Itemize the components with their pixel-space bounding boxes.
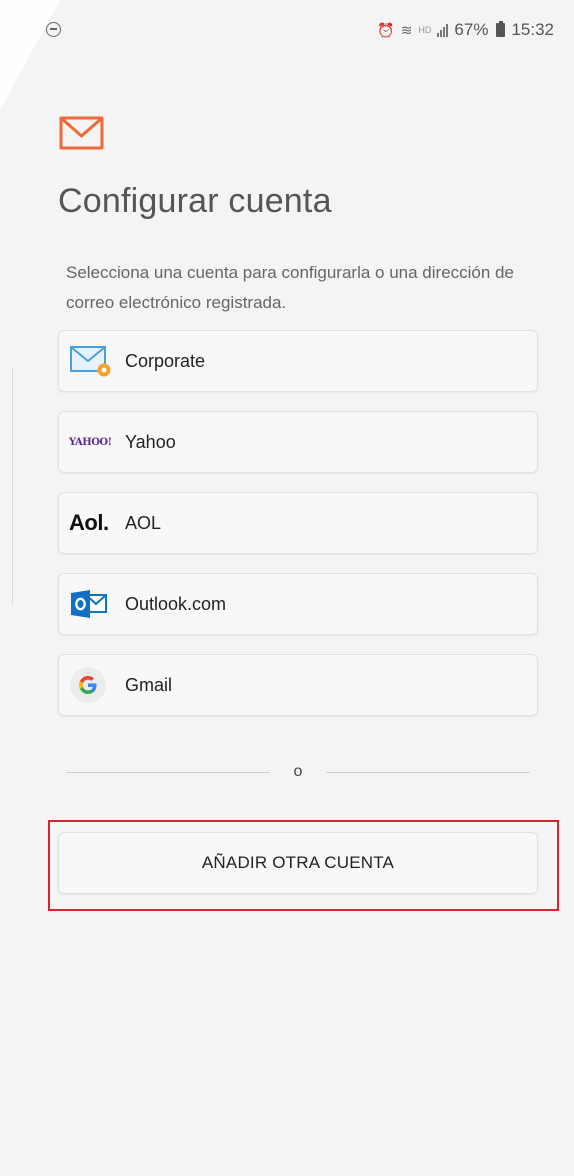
divider-text: o xyxy=(293,763,303,780)
account-option-outlook[interactable]: Outlook.com xyxy=(58,573,538,635)
battery-icon xyxy=(496,21,506,37)
status-indicators: ⏰ ≋ HD 67% 15:32 xyxy=(377,20,554,40)
email-envelope-icon xyxy=(59,116,104,150)
account-type-list: Corporate YAHOO! Yahoo Aol. AOL Outlook.… xyxy=(58,330,538,735)
screen: ⏰ ≋ HD 67% 15:32 Configurar cuenta Selec… xyxy=(0,0,574,1176)
account-option-label: AOL xyxy=(125,512,162,533)
divider-line-right xyxy=(326,771,530,773)
google-logo xyxy=(69,665,125,705)
alarm-icon: ⏰ xyxy=(377,21,395,38)
wifi-icon: ≋ xyxy=(400,21,413,38)
account-option-corporate[interactable]: Corporate xyxy=(58,330,538,392)
yahoo-logo-text: YAHOO! xyxy=(69,436,112,448)
account-option-label: Yahoo xyxy=(125,431,176,452)
or-divider: o xyxy=(66,760,530,784)
aol-logo-text: Aol. xyxy=(69,510,109,535)
battery-percent: 67% xyxy=(454,20,489,39)
do-not-disturb-icon xyxy=(46,21,61,37)
account-option-aol[interactable]: Aol. AOL xyxy=(58,492,538,554)
status-bar: ⏰ ≋ HD 67% 15:32 xyxy=(0,0,574,60)
account-option-label: Corporate xyxy=(125,350,206,371)
account-option-gmail[interactable]: Gmail xyxy=(58,654,538,716)
signal-strength-icon xyxy=(437,23,449,37)
add-other-account-button[interactable]: AÑADIR OTRA CUENTA xyxy=(58,832,538,894)
network-type-icon: HD xyxy=(418,25,432,35)
clock: 15:32 xyxy=(511,20,554,39)
outlook-logo xyxy=(69,584,125,624)
account-option-yahoo[interactable]: YAHOO! Yahoo xyxy=(58,411,538,473)
aol-logo: Aol. xyxy=(69,503,125,543)
corporate-mail-icon xyxy=(69,341,125,381)
account-option-label: Gmail xyxy=(125,674,173,695)
edge-handle xyxy=(12,368,13,604)
yahoo-logo: YAHOO! xyxy=(69,422,125,462)
page-description: Selecciona una cuenta para configurarla … xyxy=(66,263,514,312)
account-option-label: Outlook.com xyxy=(125,593,227,614)
divider-line-left xyxy=(66,771,270,773)
page-title: Configurar cuenta xyxy=(58,182,332,220)
